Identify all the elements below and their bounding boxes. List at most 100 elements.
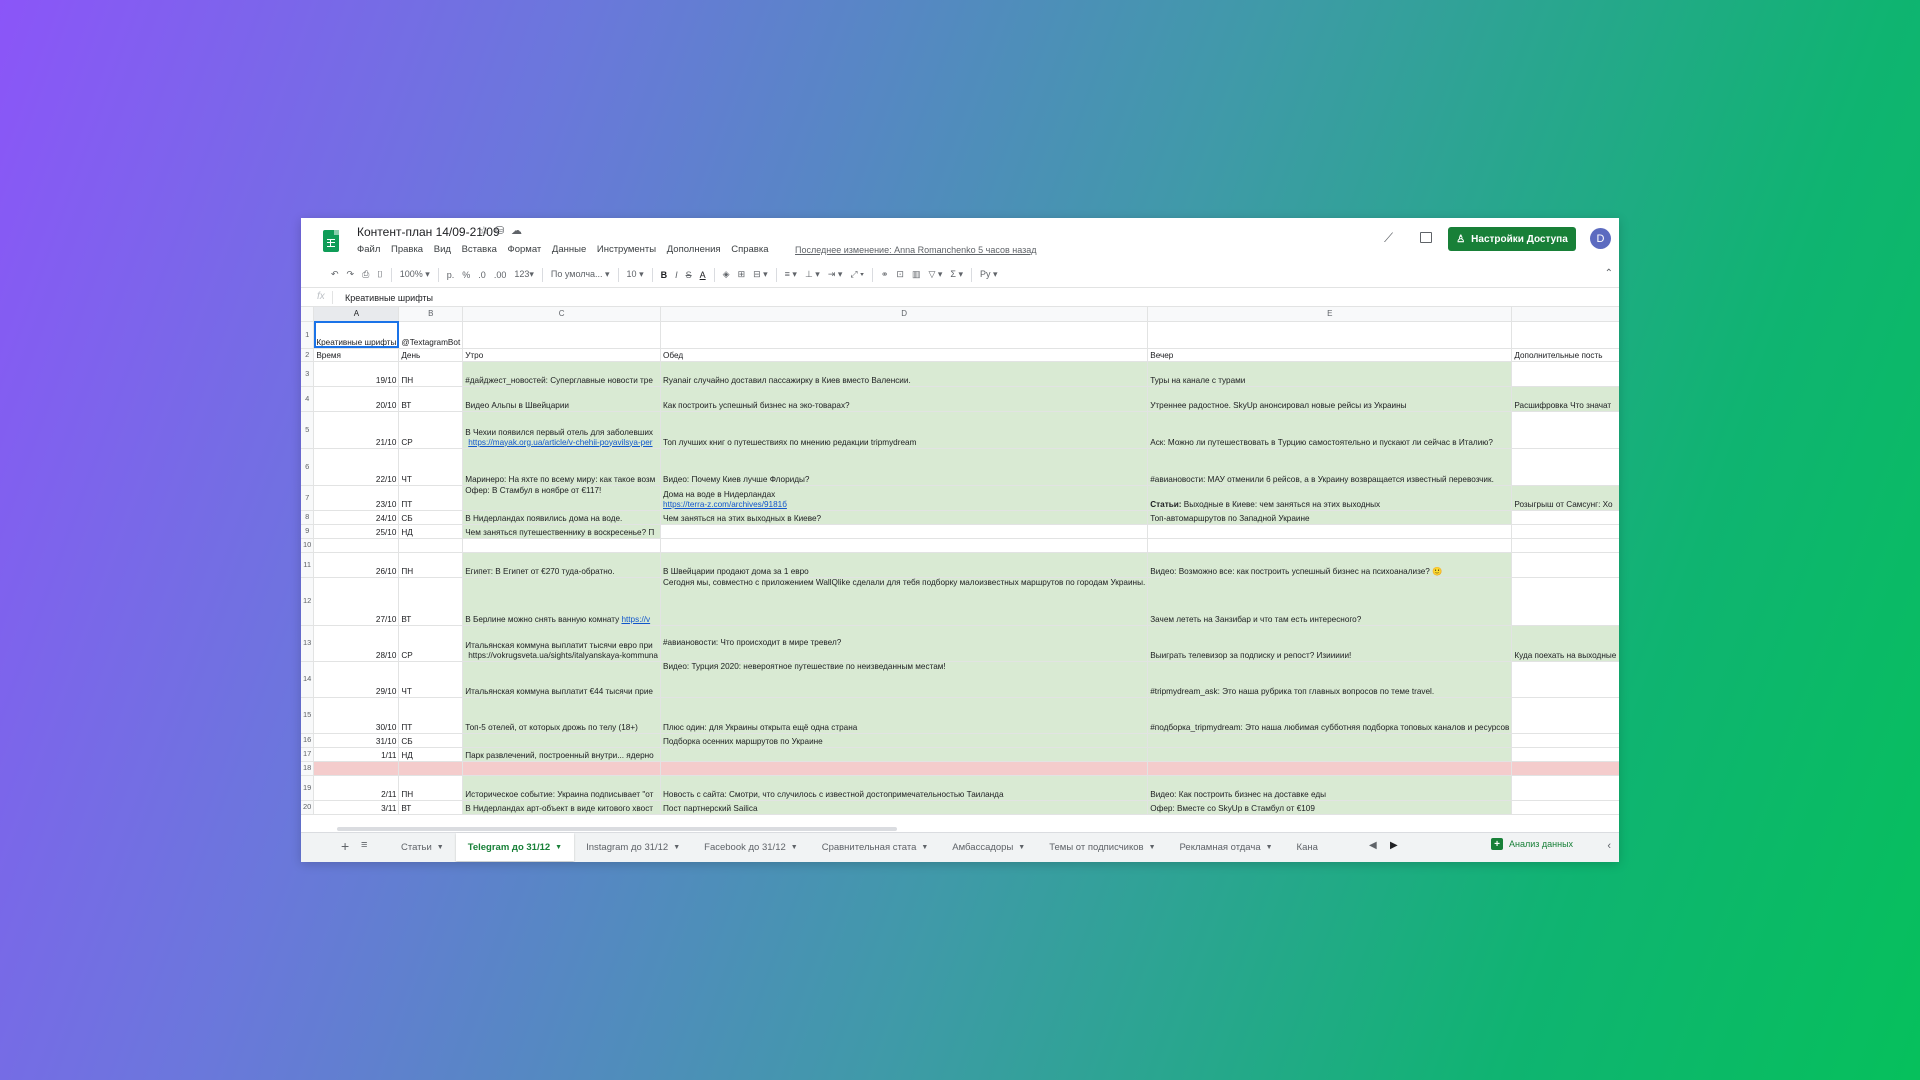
- evening-cell[interactable]: Видео: Как построить бизнес на доставке …: [1147, 775, 1513, 801]
- extra-cell[interactable]: Расшифровка Что значат: [1511, 386, 1619, 412]
- text-color-button[interactable]: A: [700, 270, 706, 280]
- row-header[interactable]: 15: [301, 697, 315, 734]
- lunch-cell[interactable]: Как построить успешный бизнес на эко-тов…: [660, 386, 1149, 412]
- row-header[interactable]: 12: [301, 577, 315, 626]
- text-rotate-icon[interactable]: ⤢ ▾: [850, 269, 863, 280]
- lunch-cell[interactable]: Пост партнерский Sailica: [660, 800, 1149, 815]
- row-header[interactable]: 1: [301, 321, 315, 349]
- row-header[interactable]: 5: [301, 411, 315, 449]
- font-size-select[interactable]: 10 ▾: [627, 269, 644, 280]
- row-header[interactable]: 10: [301, 538, 315, 553]
- date-cell[interactable]: 24/10: [313, 510, 400, 525]
- menu-edit[interactable]: Правка: [391, 244, 423, 255]
- row-header[interactable]: 18: [301, 761, 315, 776]
- evening-cell[interactable]: Видео: Возможно все: как построить успеш…: [1147, 552, 1513, 578]
- date-cell[interactable]: 26/10: [313, 552, 400, 578]
- evening-cell[interactable]: [1147, 733, 1513, 748]
- day-cell[interactable]: ВТ: [398, 577, 464, 626]
- explore-button[interactable]: + Анализ данных: [1491, 838, 1573, 850]
- date-cell[interactable]: 27/10: [313, 577, 400, 626]
- lunch-cell[interactable]: [660, 524, 1149, 539]
- morning-cell[interactable]: В Нидерландах появились дома на воде.: [462, 510, 661, 525]
- morning-cell[interactable]: Парк развлечений, построенный внутри... …: [462, 747, 661, 762]
- article-link[interactable]: https://v: [621, 615, 650, 624]
- lunch-cell[interactable]: Видео: Почему Киев лучше Флориды?: [660, 448, 1149, 486]
- input-tools-icon[interactable]: Ру ▾: [980, 269, 998, 280]
- header-cell-evening[interactable]: Вечер: [1147, 348, 1513, 362]
- morning-cell[interactable]: [462, 733, 661, 748]
- menu-help[interactable]: Справка: [731, 244, 768, 255]
- extra-cell[interactable]: [1511, 577, 1619, 626]
- column-header-e[interactable]: E: [1147, 307, 1513, 322]
- evening-cell[interactable]: Аск: Можно ли путешествовать в Турцию са…: [1147, 411, 1513, 449]
- extra-cell[interactable]: Розыгрыш от Самсунг: Хо: [1511, 485, 1619, 511]
- evening-cell[interactable]: Статьи: Выходные в Киеве: чем заняться н…: [1147, 485, 1513, 511]
- cell-c1[interactable]: [462, 321, 661, 349]
- lunch-cell[interactable]: Ryanair случайно доставил пассажирку в К…: [660, 361, 1149, 387]
- tab-comparative-stats[interactable]: Сравнительная стата ▼: [810, 833, 941, 861]
- day-cell[interactable]: НД: [398, 524, 464, 539]
- extra-cell[interactable]: [1511, 552, 1619, 578]
- insert-chart-icon[interactable]: ▥: [912, 269, 921, 280]
- italic-button[interactable]: I: [675, 270, 678, 280]
- strikethrough-button[interactable]: S: [686, 270, 692, 280]
- morning-cell[interactable]: Египет: В Египет от €270 туда-обратно.: [462, 552, 661, 578]
- cell[interactable]: [398, 538, 464, 553]
- morning-cell[interactable]: В Берлине можно снять ванную комнату htt…: [462, 577, 661, 626]
- cell-f1[interactable]: [1511, 321, 1619, 349]
- cell[interactable]: [313, 538, 400, 553]
- row-header[interactable]: 8: [301, 510, 315, 525]
- lunch-cell[interactable]: Дома на воде в Нидерландах https://terra…: [660, 485, 1149, 511]
- extra-cell[interactable]: [1511, 661, 1619, 698]
- lunch-cell[interactable]: Подборка осенних маршрутов по Украине: [660, 733, 1149, 748]
- evening-cell[interactable]: Зачем лететь на Занзибар и что там есть …: [1147, 577, 1513, 626]
- day-cell[interactable]: ПТ: [398, 485, 464, 511]
- date-cell[interactable]: 20/10: [313, 386, 400, 412]
- extra-cell[interactable]: [1511, 510, 1619, 525]
- insert-link-icon[interactable]: ⚭: [881, 269, 889, 280]
- menu-addons[interactable]: Дополнения: [667, 244, 721, 255]
- lunch-cell[interactable]: Плюс один: для Украины открыта ещё одна …: [660, 697, 1149, 734]
- extra-cell[interactable]: [1511, 524, 1619, 539]
- cell[interactable]: [462, 538, 661, 553]
- comment-icon[interactable]: [1420, 232, 1432, 243]
- morning-cell[interactable]: Итальянская коммуна выплатит тысячи евро…: [462, 625, 661, 662]
- date-cell[interactable]: 25/10: [313, 524, 400, 539]
- cell[interactable]: [660, 538, 1149, 553]
- cell[interactable]: [1147, 538, 1513, 553]
- horizontal-scrollbar[interactable]: [337, 827, 897, 831]
- merge-cells-icon[interactable]: ⊟ ▾: [753, 269, 768, 280]
- menu-file[interactable]: Файл: [357, 244, 380, 255]
- date-cell[interactable]: 22/10: [313, 448, 400, 486]
- currency-format-button[interactable]: р.: [447, 270, 455, 280]
- date-cell[interactable]: 3/11: [313, 800, 400, 815]
- collapse-menu-icon[interactable]: ⌃: [1605, 268, 1613, 279]
- article-link[interactable]: https://mayak.org.ua/article/v-chehii-po…: [468, 438, 652, 447]
- extra-cell[interactable]: [1511, 411, 1619, 449]
- day-cell[interactable]: ЧТ: [398, 661, 464, 698]
- date-cell[interactable]: 28/10: [313, 625, 400, 662]
- lunch-cell[interactable]: [660, 747, 1149, 762]
- cell[interactable]: [660, 761, 1149, 776]
- morning-cell[interactable]: #дайджест_новостей: Суперглавные новости…: [462, 361, 661, 387]
- tabs-scroll-left-icon[interactable]: ◀: [1369, 840, 1377, 851]
- lunch-cell[interactable]: Топ лучших книг о путешествиях по мнению…: [660, 411, 1149, 449]
- menu-data[interactable]: Данные: [552, 244, 586, 255]
- print-icon[interactable]: ⎙: [362, 269, 369, 280]
- functions-icon[interactable]: Σ ▾: [950, 269, 963, 280]
- activity-trend-icon[interactable]: ⟋: [1384, 230, 1393, 246]
- day-cell[interactable]: ПН: [398, 552, 464, 578]
- user-avatar[interactable]: D: [1590, 228, 1611, 249]
- lunch-cell[interactable]: Видео: Турция 2020: невероятное путешест…: [660, 661, 1149, 698]
- menu-view[interactable]: Вид: [434, 244, 451, 255]
- sheets-logo-icon[interactable]: [323, 230, 339, 252]
- column-header-f[interactable]: F: [1511, 307, 1619, 322]
- date-cell[interactable]: 21/10: [313, 411, 400, 449]
- menu-insert[interactable]: Вставка: [462, 244, 497, 255]
- cell[interactable]: [1147, 761, 1513, 776]
- text-wrap-icon[interactable]: ⇥ ▾: [828, 269, 843, 280]
- evening-cell[interactable]: Топ-автомаршрутов по Западной Украине: [1147, 510, 1513, 525]
- day-cell[interactable]: ПН: [398, 361, 464, 387]
- evening-cell[interactable]: [1147, 747, 1513, 762]
- cell-e1[interactable]: [1147, 321, 1513, 349]
